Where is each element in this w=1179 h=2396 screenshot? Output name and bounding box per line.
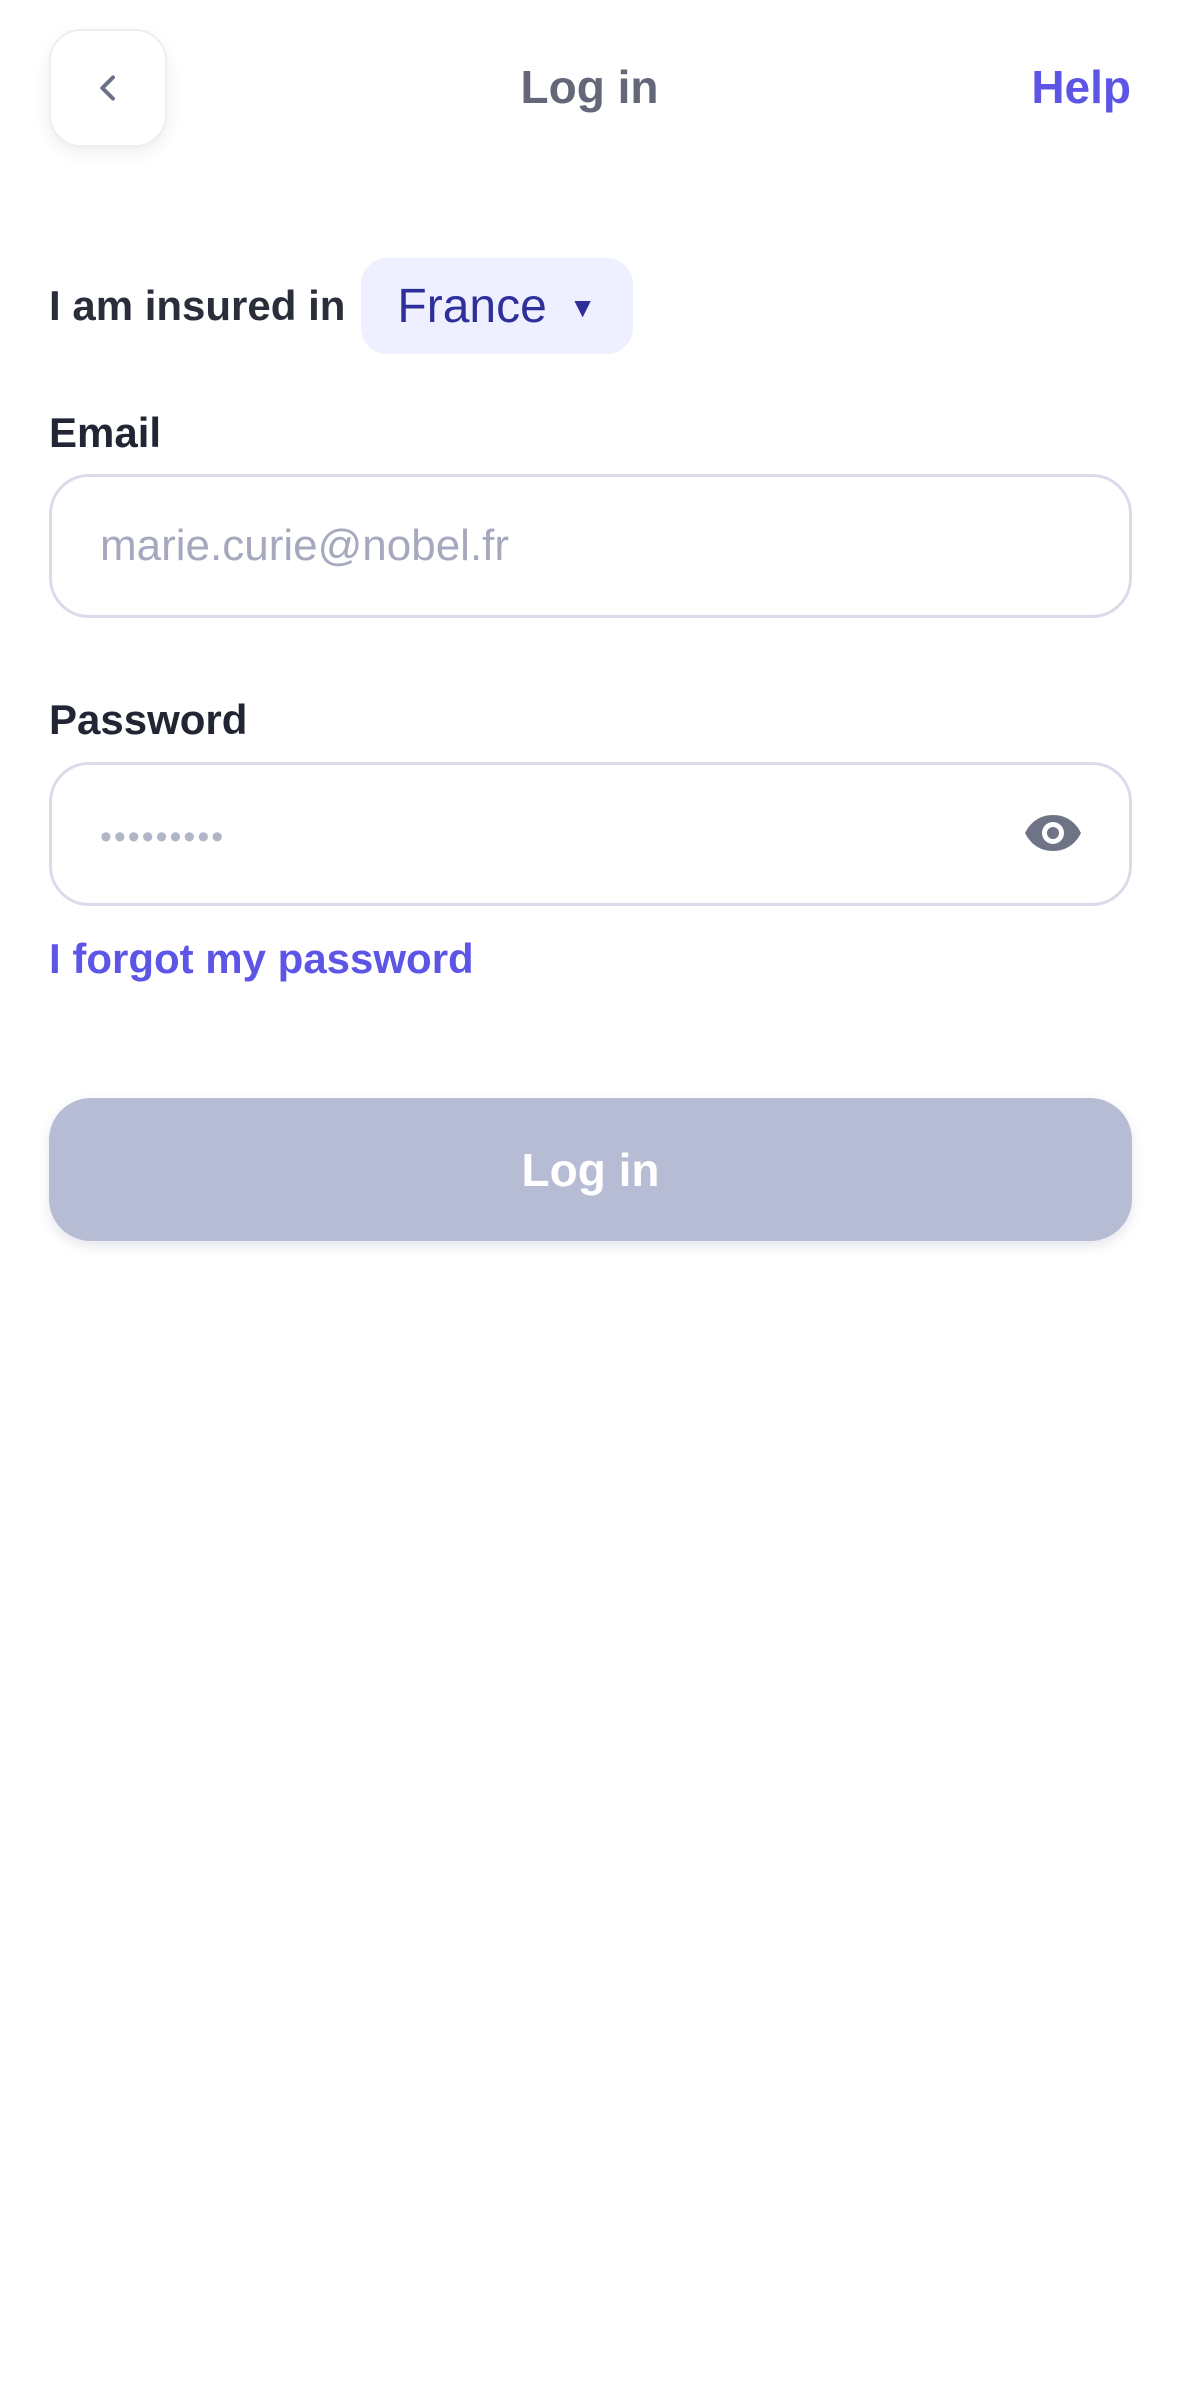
- password-field-container[interactable]: [49, 762, 1132, 906]
- selected-country: France: [397, 279, 547, 333]
- eye-icon: [1022, 810, 1084, 856]
- password-field[interactable]: [98, 808, 1062, 860]
- forgot-password-link[interactable]: I forgot my password: [49, 930, 474, 988]
- help-link[interactable]: Help: [1031, 56, 1131, 118]
- email-field[interactable]: [98, 520, 1062, 572]
- email-field-container[interactable]: [49, 474, 1132, 618]
- toggle-password-visibility-button[interactable]: [1021, 807, 1085, 859]
- country-label: I am insured in: [49, 282, 346, 329]
- country-dropdown[interactable]: France ▼: [361, 258, 633, 354]
- login-button[interactable]: Log in: [49, 1098, 1132, 1241]
- email-label: Email: [49, 409, 162, 456]
- caret-down-icon: ▼: [568, 292, 597, 323]
- top-navigation-bar: Log in Help: [0, 0, 1179, 180]
- password-label: Password: [49, 696, 248, 743]
- page-title: Log in: [520, 61, 659, 113]
- country-selection-row: I am insured in France ▼: [49, 258, 633, 354]
